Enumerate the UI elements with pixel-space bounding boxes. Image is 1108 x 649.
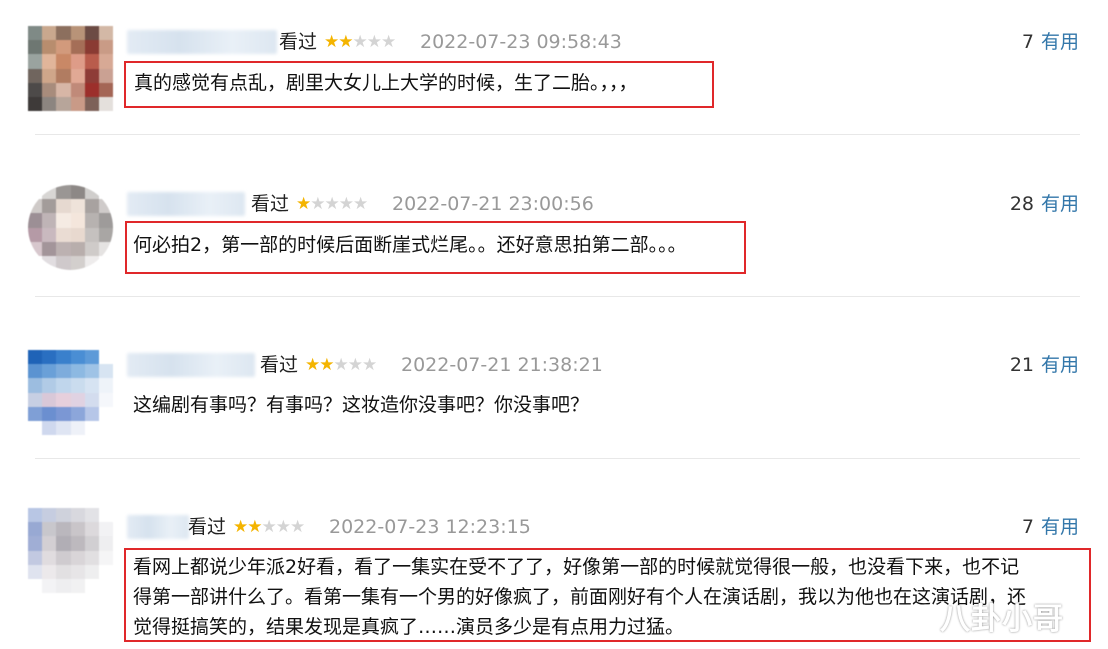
divider [35, 296, 1080, 297]
star-icon: ★ [275, 517, 291, 537]
rating-stars: ★★★★★ [296, 192, 368, 216]
username[interactable] [127, 515, 189, 539]
watched-label: 看过 [279, 31, 318, 53]
review-text-line: 看网上都说少年派2好看，看了一集实在受不了了，好像第一部的时候就觉得很一般，也没… [133, 556, 1020, 578]
username[interactable] [127, 192, 245, 216]
useful-button[interactable]: 有用 [1041, 353, 1079, 377]
avatar[interactable] [28, 350, 113, 435]
star-icon: ★ [381, 32, 396, 52]
review-text: 何必拍2，第一部的时候后面断崖式烂尾。。还好意思拍第二部。。。 [133, 234, 687, 256]
username[interactable] [127, 353, 255, 377]
useful-button[interactable]: 有用 [1041, 515, 1079, 539]
star-icon: ★ [290, 517, 305, 537]
divider [35, 458, 1080, 459]
star-icon: ★ [261, 517, 277, 537]
review-time: 2022-07-21 23:00:56 [392, 193, 594, 215]
rating-stars: ★★★★★ [233, 515, 305, 539]
review-time: 2022-07-23 12:23:15 [329, 516, 531, 538]
star-icon: ★ [362, 355, 377, 375]
star-icon: ★ [352, 32, 368, 52]
review-text-line: 得第一部讲什么了。看第一集有一个男的好像疯了，前面刚好有个人在演话剧，我以为他也… [133, 586, 1027, 608]
star-icon: ★ [338, 32, 353, 52]
useful-count: 21 [1009, 354, 1034, 376]
review-text-line: 觉得挺搞笑的，结果发现是真疯了……演员多少是有点用力过猛。 [133, 616, 685, 638]
star-icon: ★ [310, 194, 325, 214]
star-icon: ★ [324, 194, 340, 214]
watched-label: 看过 [188, 516, 227, 538]
rating-stars: ★★★★★ [324, 30, 396, 54]
review-text: 真的感觉有点乱，剧里大女儿上大学的时候，生了二胎。，，， [134, 72, 638, 94]
star-icon: ★ [347, 355, 363, 375]
divider [35, 134, 1080, 135]
star-icon: ★ [233, 517, 248, 537]
useful-count: 7 [1021, 31, 1034, 53]
star-icon: ★ [338, 194, 354, 214]
watched-label: 看过 [251, 193, 290, 215]
review-text: 这编剧有事吗？有事吗？这妆造你没事吧？你没事吧？ [133, 394, 590, 416]
watched-label: 看过 [260, 354, 299, 376]
star-icon: ★ [324, 32, 339, 52]
useful-button[interactable]: 有用 [1041, 192, 1079, 216]
star-icon: ★ [319, 355, 334, 375]
star-icon: ★ [296, 194, 311, 214]
review-time: 2022-07-21 21:38:21 [401, 354, 603, 376]
star-icon: ★ [353, 194, 368, 214]
username[interactable] [127, 30, 277, 54]
avatar[interactable] [28, 508, 113, 593]
useful-count: 28 [1009, 193, 1034, 215]
star-icon: ★ [305, 355, 320, 375]
watermark: 八卦小哥 [940, 602, 1064, 637]
useful-button[interactable]: 有用 [1041, 30, 1079, 54]
review-time: 2022-07-23 09:58:43 [420, 31, 622, 53]
avatar[interactable] [28, 185, 113, 270]
avatar[interactable] [28, 26, 113, 111]
star-icon: ★ [333, 355, 349, 375]
star-icon: ★ [366, 32, 382, 52]
rating-stars: ★★★★★ [305, 353, 377, 377]
useful-count: 7 [1021, 516, 1034, 538]
star-icon: ★ [247, 517, 262, 537]
